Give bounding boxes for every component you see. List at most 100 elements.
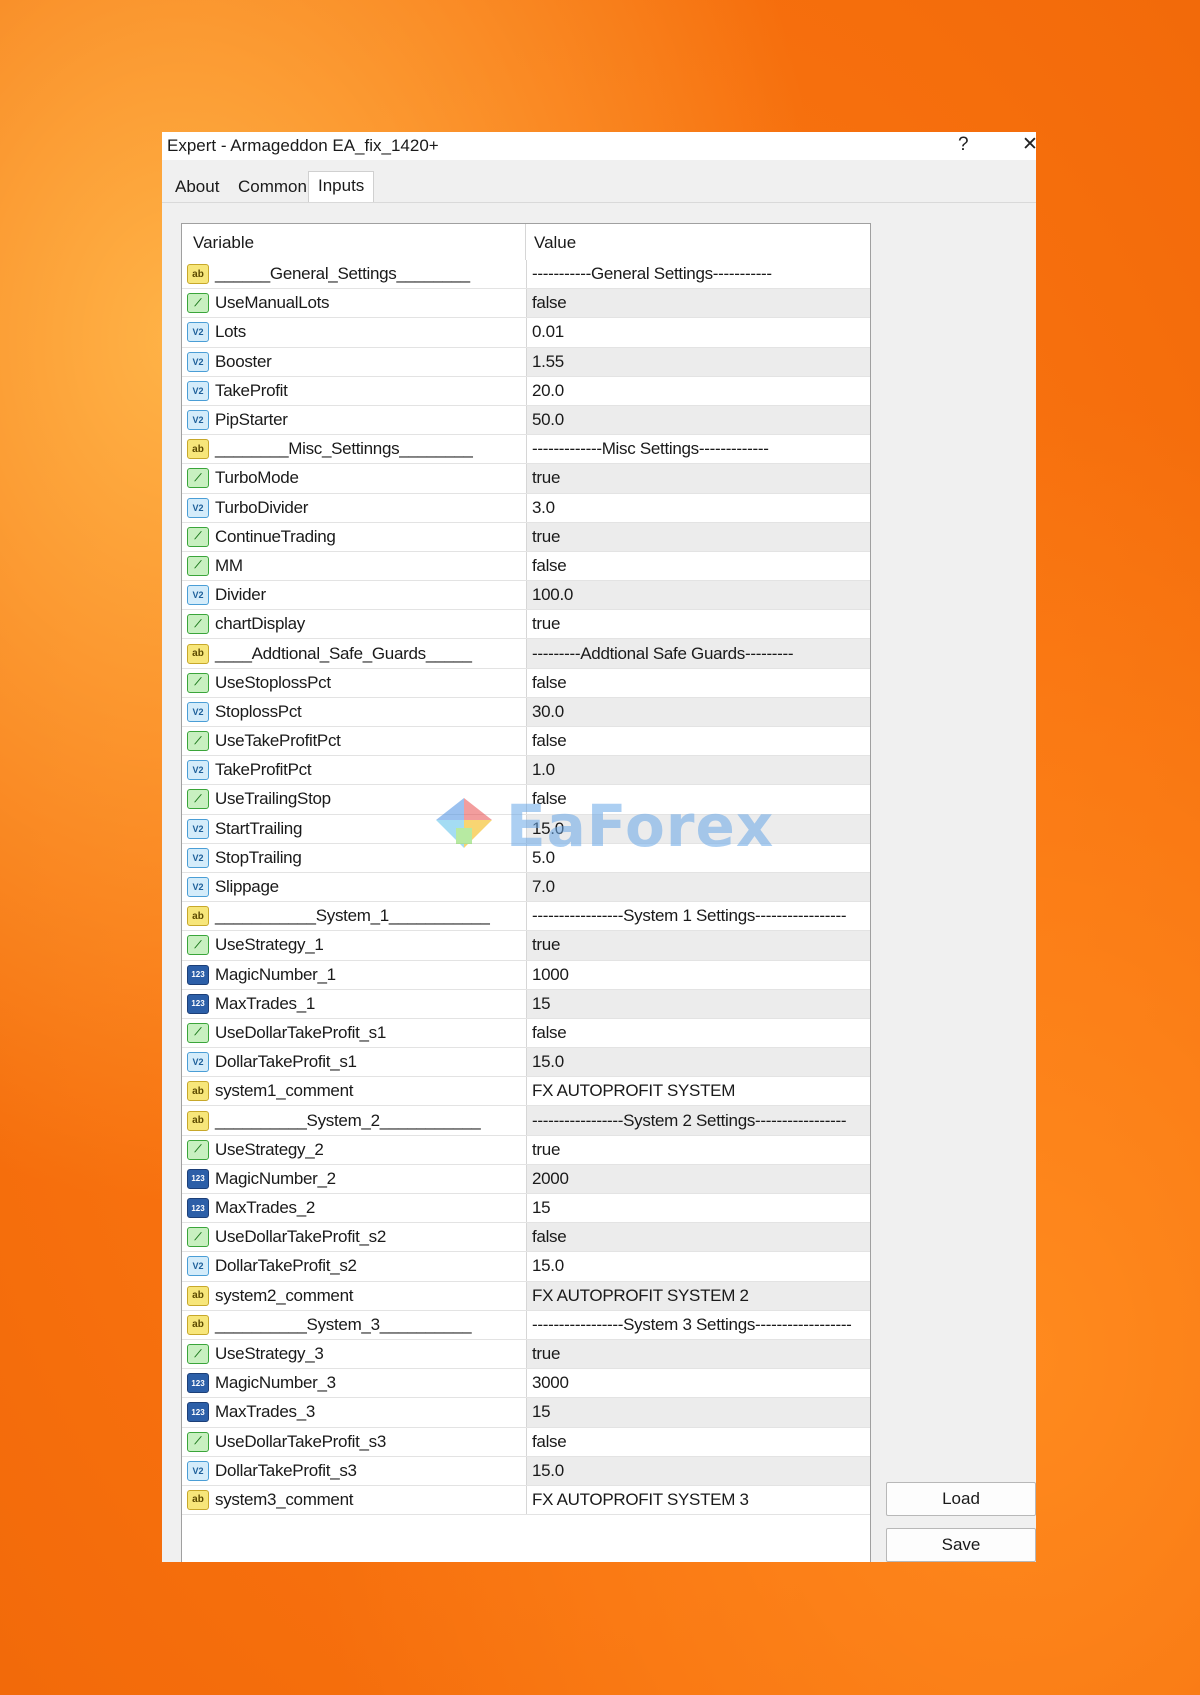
table-row[interactable]: ⟋ UseDollarTakeProfit_s3 false <box>182 1427 870 1457</box>
table-row[interactable]: V2 PipStarter 50.0 <box>182 405 870 436</box>
variable-cell[interactable]: 123 MagicNumber_2 <box>182 1164 525 1193</box>
value-cell[interactable]: 100.0 <box>526 581 870 610</box>
variable-cell[interactable]: 123 MagicNumber_1 <box>182 960 525 989</box>
table-row[interactable]: ⟋ UseStrategy_1 true <box>182 931 870 961</box>
variable-cell[interactable]: V2 Divider <box>182 581 525 610</box>
table-row[interactable]: ab system3_comment FX AUTOPROFIT SYSTEM 3 <box>182 1485 870 1516</box>
table-row[interactable]: ⟋ ContinueTrading true <box>182 522 870 552</box>
table-row[interactable]: ⟋ UseTakeProfitPct false <box>182 727 870 757</box>
value-cell[interactable]: false <box>526 1018 870 1048</box>
column-header-value[interactable]: Value <box>534 233 576 253</box>
table-row[interactable]: ab ___________System_1___________ --------… <box>182 902 870 932</box>
load-button[interactable]: Load <box>886 1482 1036 1516</box>
table-row[interactable]: ⟋ chartDisplay true <box>182 610 870 640</box>
table-row[interactable]: ⟋ UseDollarTakeProfit_s2 false <box>182 1223 870 1253</box>
tab-inputs[interactable]: Inputs <box>308 171 375 203</box>
variable-cell[interactable]: ab system1_comment <box>182 1077 525 1106</box>
variable-cell[interactable]: 123 MaxTrades_3 <box>182 1398 525 1427</box>
variable-cell[interactable]: V2 StoplossPct <box>182 697 525 726</box>
variable-cell[interactable]: V2 Slippage <box>182 872 525 902</box>
value-cell[interactable]: 1000 <box>526 960 870 989</box>
close-button[interactable]: ✕ <box>1022 133 1036 157</box>
value-cell[interactable]: -----------------System 2 Settings------… <box>526 1106 870 1135</box>
table-row[interactable]: 123 MaxTrades_1 15 <box>182 989 870 1019</box>
variable-cell[interactable]: V2 DollarTakeProfit_s2 <box>182 1252 525 1281</box>
value-cell[interactable]: FX AUTOPROFIT SYSTEM 2 <box>526 1281 870 1310</box>
table-row[interactable]: ab __________System_3__________ ----------… <box>182 1310 870 1340</box>
variable-cell[interactable]: 123 MaxTrades_2 <box>182 1194 525 1223</box>
variable-cell[interactable]: ab system3_comment <box>182 1485 525 1515</box>
value-cell[interactable]: FX AUTOPROFIT SYSTEM <box>526 1077 870 1106</box>
value-cell[interactable]: true <box>526 522 870 551</box>
table-row[interactable]: ⟋ UseDollarTakeProfit_s1 false <box>182 1018 870 1049</box>
table-row[interactable]: ⟋ TurboMode true <box>182 464 870 494</box>
table-row[interactable]: V2 StartTrailing 15.0 <box>182 814 870 844</box>
table-row[interactable]: 123 MagicNumber_1 1000 <box>182 960 870 990</box>
table-row[interactable]: ab system2_comment FX AUTOPROFIT SYSTEM 2 <box>182 1281 870 1311</box>
table-row[interactable]: 123 MagicNumber_3 3000 <box>182 1369 870 1399</box>
variable-cell[interactable]: V2 PipStarter <box>182 405 525 435</box>
tab-about[interactable]: About <box>175 174 219 200</box>
value-cell[interactable]: false <box>526 1427 870 1456</box>
tab-common[interactable]: Common <box>238 174 307 200</box>
variable-cell[interactable]: ab __________System_2___________ <box>182 1106 525 1135</box>
value-cell[interactable]: true <box>526 931 870 960</box>
value-cell[interactable]: false <box>526 551 870 581</box>
variable-cell[interactable]: ⟋ UseManualLots <box>182 289 525 318</box>
value-cell[interactable]: 5.0 <box>526 843 870 872</box>
variable-cell[interactable]: ⟋ UseTrailingStop <box>182 785 525 814</box>
value-cell[interactable]: 15.0 <box>526 1048 870 1077</box>
value-cell[interactable]: -----------------System 3 Settings------… <box>526 1310 870 1339</box>
value-cell[interactable]: false <box>526 785 870 814</box>
value-cell[interactable]: true <box>526 610 870 639</box>
table-row[interactable]: V2 Slippage 7.0 <box>182 872 870 903</box>
value-cell[interactable]: 30.0 <box>526 697 870 726</box>
table-row[interactable]: V2 DollarTakeProfit_s3 15.0 <box>182 1456 870 1486</box>
value-cell[interactable]: FX AUTOPROFIT SYSTEM 3 <box>526 1485 870 1515</box>
table-row[interactable]: ⟋ UseStrategy_2 true <box>182 1135 870 1165</box>
value-cell[interactable]: true <box>526 1339 870 1369</box>
table-row[interactable]: ab ______General_Settings________ --------… <box>182 260 870 290</box>
value-cell[interactable]: 1.0 <box>526 756 870 785</box>
value-cell[interactable]: ---------Addtional Safe Guards--------- <box>526 639 870 668</box>
value-cell[interactable]: 15.0 <box>526 1252 870 1281</box>
table-row[interactable]: ⟋ UseStrategy_3 true <box>182 1339 870 1370</box>
help-button[interactable]: ? <box>958 133 969 157</box>
table-row[interactable]: ab __________System_2___________ ---------… <box>182 1106 870 1136</box>
table-row[interactable]: V2 Booster 1.55 <box>182 347 870 377</box>
table-row[interactable]: V2 StoplossPct 30.0 <box>182 697 870 727</box>
variable-cell[interactable]: V2 Lots <box>182 318 525 347</box>
value-cell[interactable]: false <box>526 727 870 756</box>
variable-cell[interactable]: ⟋ UseDollarTakeProfit_s1 <box>182 1018 525 1048</box>
table-row[interactable]: V2 Divider 100.0 <box>182 581 870 611</box>
value-cell[interactable]: 15 <box>526 989 870 1018</box>
value-cell[interactable]: true <box>526 1135 870 1164</box>
variable-cell[interactable]: V2 TurboDivider <box>182 493 525 522</box>
value-cell[interactable]: 1.55 <box>526 347 870 376</box>
value-cell[interactable]: 0.01 <box>526 318 870 347</box>
table-row[interactable]: ⟋ MM false <box>182 551 870 582</box>
variable-cell[interactable]: ⟋ UseStrategy_3 <box>182 1339 525 1369</box>
value-cell[interactable]: 50.0 <box>526 405 870 435</box>
variable-cell[interactable]: ⟋ UseTakeProfitPct <box>182 727 525 756</box>
table-row[interactable]: ⟋ UseManualLots false <box>182 289 870 319</box>
variable-cell[interactable]: ab ______General_Settings________ <box>182 260 525 289</box>
value-cell[interactable]: 3.0 <box>526 493 870 522</box>
value-cell[interactable]: false <box>526 289 870 318</box>
table-row[interactable]: ⟋ UseStoplossPct false <box>182 668 870 698</box>
table-row[interactable]: V2 StopTrailing 5.0 <box>182 843 870 873</box>
value-cell[interactable]: false <box>526 668 870 697</box>
value-cell[interactable]: -------------Misc Settings------------- <box>526 435 870 464</box>
table-row[interactable]: 123 MaxTrades_2 15 <box>182 1194 870 1224</box>
value-cell[interactable]: 3000 <box>526 1369 870 1398</box>
table-row[interactable]: V2 TakeProfitPct 1.0 <box>182 756 870 786</box>
table-row[interactable]: 123 MaxTrades_3 15 <box>182 1398 870 1428</box>
table-row[interactable]: ⟋ UseTrailingStop false <box>182 785 870 815</box>
variable-cell[interactable]: V2 Booster <box>182 347 525 376</box>
table-row[interactable]: 123 MagicNumber_2 2000 <box>182 1164 870 1194</box>
variable-cell[interactable]: V2 StopTrailing <box>182 843 525 872</box>
variable-cell[interactable]: 123 MagicNumber_3 <box>182 1369 525 1398</box>
variable-cell[interactable]: ⟋ ContinueTrading <box>182 522 525 551</box>
variable-cell[interactable]: ab ____Addtional_Safe_Guards_____ <box>182 639 525 668</box>
value-cell[interactable]: 7.0 <box>526 872 870 902</box>
